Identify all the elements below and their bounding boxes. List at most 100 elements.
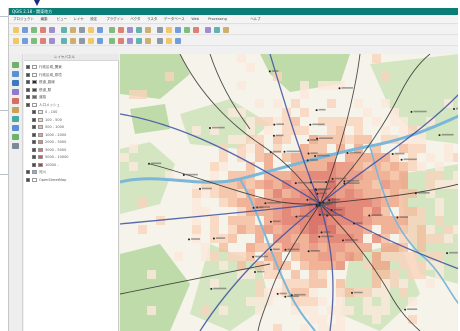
delete-selected-icon[interactable]: [70, 38, 76, 44]
layer-visibility-checkbox[interactable]: [32, 132, 36, 137]
layer-visibility-checkbox[interactable]: [26, 170, 30, 174]
save-as-icon[interactable]: [40, 27, 46, 33]
pan-to-selection-icon[interactable]: [70, 27, 76, 33]
menu-item[interactable]: Processing: [208, 17, 227, 22]
deselect-icon[interactable]: [175, 27, 181, 33]
add-vector-layer-icon[interactable]: [12, 62, 19, 68]
zoom-full-icon[interactable]: [97, 27, 103, 33]
change-label-icon[interactable]: [175, 38, 181, 44]
new-project-icon[interactable]: [13, 27, 19, 33]
layer-item[interactable]: 河川: [24, 169, 119, 175]
add-wcs-layer-icon[interactable]: [12, 125, 19, 131]
menu-item[interactable]: プラグイン: [106, 17, 124, 22]
zoom-out-icon[interactable]: [88, 27, 94, 33]
population-cell: [408, 261, 417, 270]
identify-icon[interactable]: [157, 27, 163, 33]
layer-visibility-checkbox[interactable]: [26, 177, 30, 182]
layer-item[interactable]: 5000 - 10000: [24, 154, 119, 160]
layer-visibility-checkbox[interactable]: [26, 72, 30, 77]
pan-icon[interactable]: [61, 27, 67, 33]
layer-visibility-checkbox[interactable]: [32, 125, 36, 129]
zoom-last-icon[interactable]: [127, 27, 133, 33]
layer-visibility-checkbox[interactable]: [26, 102, 30, 107]
population-cell: [246, 243, 255, 252]
show-labels-icon[interactable]: [145, 38, 151, 44]
paste-icon[interactable]: [97, 38, 103, 44]
add-spatialite-layer-icon[interactable]: [12, 89, 19, 95]
save-project-icon[interactable]: [31, 27, 37, 33]
menu-item[interactable]: Web: [191, 17, 199, 22]
rotate-label-icon[interactable]: [166, 38, 172, 44]
save-edits-icon[interactable]: [31, 38, 37, 44]
layer-item[interactable]: 人口メッシュ: [24, 102, 119, 108]
add-delimited-text-layer-icon[interactable]: [12, 143, 19, 149]
map-render[interactable]: [120, 54, 458, 331]
layer-item[interactable]: 2000 - 3000: [24, 139, 119, 145]
layer-visibility-checkbox[interactable]: [32, 140, 36, 144]
layer-item[interactable]: 鉄道_駅: [24, 87, 119, 93]
attribute-table-icon[interactable]: [205, 27, 211, 33]
label-tool-icon[interactable]: [127, 38, 133, 44]
layer-item[interactable]: OpenStreetMap: [24, 177, 119, 183]
zoom-next-icon[interactable]: [136, 27, 142, 33]
menu-item[interactable]: ビュー: [57, 17, 68, 22]
cut-icon[interactable]: [79, 38, 85, 44]
add-feature-icon[interactable]: [40, 38, 46, 44]
zoom-selection-icon[interactable]: [118, 27, 124, 33]
map-canvas[interactable]: [120, 54, 458, 331]
add-raster-layer-icon[interactable]: [12, 71, 19, 77]
population-cell: [327, 117, 336, 126]
layer-item[interactable]: 500 - 1000: [24, 124, 119, 130]
menu-item[interactable]: ベクタ: [130, 17, 140, 22]
layer-visibility-checkbox[interactable]: [32, 147, 36, 152]
layer-visibility-checkbox[interactable]: [26, 80, 30, 84]
copy-icon[interactable]: [88, 38, 94, 44]
layer-item[interactable]: 行政区域_関東: [24, 64, 119, 70]
add-postgis-layer-icon[interactable]: [12, 80, 19, 86]
open-project-icon[interactable]: [22, 27, 28, 33]
menu-item[interactable]: 編集: [41, 17, 48, 22]
layer-item[interactable]: 1000 - 2000: [24, 132, 119, 138]
menu-item[interactable]: 設定: [90, 17, 97, 22]
zoom-in-icon[interactable]: [79, 27, 85, 33]
move-feature-icon[interactable]: [49, 38, 55, 44]
menu-item[interactable]: データベース: [164, 17, 185, 22]
zoom-layer-icon[interactable]: [109, 27, 115, 33]
layer-item[interactable]: 鉄道_路線: [24, 79, 119, 85]
add-wms-layer-icon[interactable]: [12, 116, 19, 122]
layer-item[interactable]: 3000 - 5000: [24, 147, 119, 153]
layer-visibility-checkbox[interactable]: [32, 162, 36, 167]
layer-visibility-checkbox[interactable]: [32, 117, 36, 122]
label-icon[interactable]: [214, 27, 220, 33]
layer-visibility-checkbox[interactable]: [26, 87, 30, 92]
select-icon[interactable]: [166, 27, 172, 33]
edit-icon[interactable]: [22, 38, 28, 44]
menu-item[interactable]: ラスタ: [147, 17, 157, 22]
refresh-icon[interactable]: [145, 27, 151, 33]
menu-item[interactable]: レイヤ: [73, 17, 83, 22]
print-composer-icon[interactable]: [49, 27, 55, 33]
digitize-icon[interactable]: [13, 38, 19, 44]
add-mssql-layer-icon[interactable]: [12, 98, 19, 104]
help-icon[interactable]: [223, 27, 229, 33]
redo-icon[interactable]: [118, 38, 124, 44]
statistics-icon[interactable]: [193, 27, 199, 33]
layer-visibility-checkbox[interactable]: [32, 155, 36, 159]
layer-item[interactable]: 行政区域_県境: [24, 72, 119, 78]
layer-item[interactable]: 道路: [24, 94, 119, 100]
undo-icon[interactable]: [109, 38, 115, 44]
layer-item[interactable]: 0 - 100: [24, 109, 119, 115]
layer-visibility-checkbox[interactable]: [32, 110, 36, 114]
layer-item[interactable]: 10000 -: [24, 162, 119, 168]
add-oracle-layer-icon[interactable]: [12, 107, 19, 113]
measure-icon[interactable]: [184, 27, 190, 33]
menu-item[interactable]: ヘルプ: [250, 17, 261, 22]
layer-item[interactable]: 100 - 500: [24, 117, 119, 123]
layer-visibility-checkbox[interactable]: [26, 95, 30, 99]
pin-labels-icon[interactable]: [136, 38, 142, 44]
node-tool-icon[interactable]: [61, 38, 67, 44]
menu-item[interactable]: プロジェクト: [13, 17, 34, 22]
layer-visibility-checkbox[interactable]: [26, 65, 30, 69]
move-label-icon[interactable]: [157, 38, 163, 44]
add-wfs-layer-icon[interactable]: [12, 134, 19, 140]
